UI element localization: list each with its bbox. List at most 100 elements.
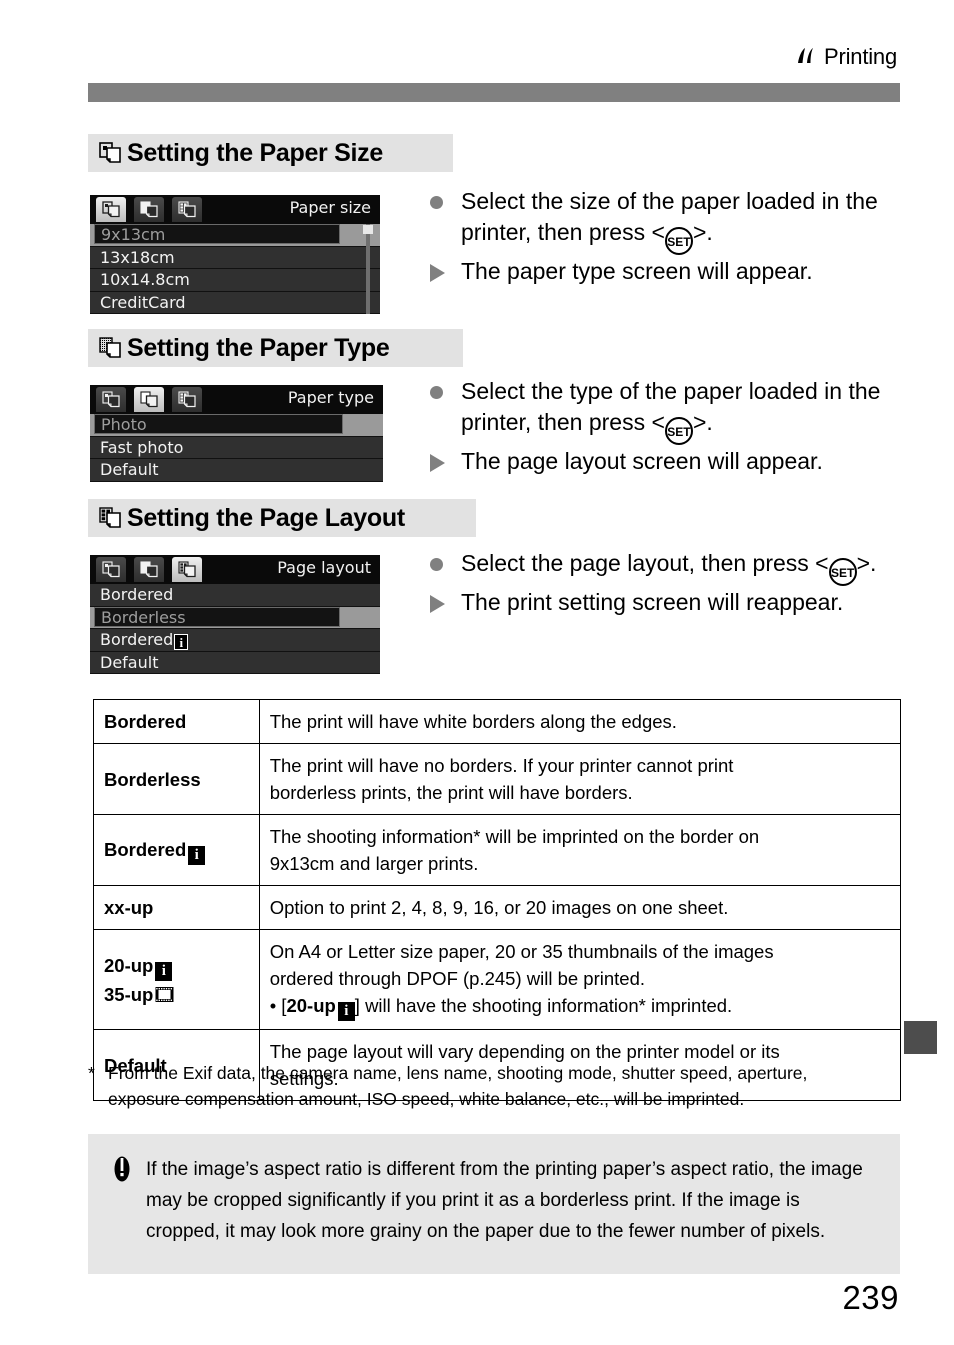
lcd-option-list: Photo Fast photo Default bbox=[90, 414, 383, 482]
instruction-line: The paper type screen will appear. bbox=[430, 256, 910, 287]
instruction-text-tail: >. bbox=[856, 550, 877, 576]
lcd-list-item[interactable]: 10x14.8cm bbox=[90, 269, 380, 292]
triangle-marker-icon bbox=[430, 264, 445, 282]
paper-type-tab-icon[interactable] bbox=[134, 557, 164, 582]
page-layout-options-table: Bordered The print will have white borde… bbox=[93, 699, 902, 1101]
caution-box: If the image’s aspect ratio is different… bbox=[88, 1134, 900, 1274]
table-cell-desc-line1: The print will have no borders. If your … bbox=[269, 755, 734, 776]
caution-icon bbox=[110, 1154, 134, 1254]
instruction-line: The page layout screen will appear. bbox=[430, 446, 910, 477]
info-badge-icon: i bbox=[174, 634, 189, 650]
instruction-line: Select the size of the paper loaded in t… bbox=[430, 186, 910, 255]
instruction-text: The page layout screen will appear. bbox=[461, 448, 823, 474]
lcd-list-item-label: Bordered bbox=[100, 630, 174, 649]
page-layout-icon bbox=[98, 506, 123, 530]
bullet-dot-icon bbox=[430, 558, 443, 571]
paper-size-tab-icon[interactable] bbox=[96, 387, 126, 412]
instruction-line: Select the page layout, then press < SET >… bbox=[430, 548, 910, 586]
section-heading-paper-type: Setting the Paper Type bbox=[88, 329, 463, 367]
bullet-dot-icon bbox=[430, 386, 443, 399]
table-cell-desc: The print will have white borders along … bbox=[258, 699, 902, 744]
lcd-list-item-label: Borderless bbox=[94, 606, 340, 627]
section-heading-page-layout: Setting the Page Layout bbox=[88, 499, 476, 537]
instruction-text: Select the size of the paper loaded in t… bbox=[461, 186, 910, 255]
lcd-list-item[interactable]: Bordered bbox=[90, 584, 380, 607]
set-button-icon: SET bbox=[664, 227, 693, 255]
lcd-list-item[interactable]: Bordered i bbox=[90, 629, 380, 652]
lcd-list-item[interactable]: 13x18cm bbox=[90, 246, 380, 269]
table-cell-desc-line1: On A4 or Letter size paper, 20 or 35 thu… bbox=[269, 941, 774, 962]
table-row: 20-up i 35-up On A4 or Letter size paper,… bbox=[93, 929, 902, 1030]
instruction-text: The paper type screen will appear. bbox=[461, 258, 813, 284]
table-row: Borderless The print will have no border… bbox=[93, 743, 902, 815]
instructions-page-layout: Select the page layout, then press < SET >… bbox=[430, 548, 910, 619]
section-heading-label: Setting the Paper Type bbox=[127, 333, 390, 362]
set-button-icon: SET bbox=[828, 558, 857, 586]
caution-text: If the image’s aspect ratio is different… bbox=[146, 1159, 863, 1242]
page-layout-tab-icon[interactable] bbox=[172, 557, 202, 582]
table-cell-desc: Option to print 2, 4, 8, 9, 16, or 20 im… bbox=[258, 885, 902, 930]
bullet-prefix: • [ bbox=[269, 995, 287, 1016]
paper-size-tab-icon[interactable] bbox=[96, 557, 126, 582]
page-header-label: Printing bbox=[824, 44, 897, 69]
footnote: * From the Exif data, the camera name, l… bbox=[88, 1060, 906, 1112]
lcd-screen-page-layout: Page layout Bordered Borderless Bordered… bbox=[90, 555, 380, 674]
table-cell-desc-line1: The shooting information* will be imprin… bbox=[269, 826, 760, 847]
table-cell-term-label: 20-up bbox=[104, 954, 154, 976]
table-cell-desc: The shooting information* will be imprin… bbox=[258, 814, 902, 886]
film-strip-icon bbox=[155, 984, 174, 1003]
lcd-option-list: Bordered Borderless Bordered i Default bbox=[90, 584, 380, 674]
table-cell-desc-line2: ordered through DPOF (p.245) will be pri… bbox=[269, 968, 646, 989]
lcd-tabbar: Page layout bbox=[90, 555, 380, 584]
page-header: Printing bbox=[795, 44, 897, 70]
footnote-body: From the Exif data, the camera name, len… bbox=[108, 1060, 906, 1112]
lcd-list-item[interactable]: Borderless bbox=[90, 606, 380, 629]
paper-type-tab-icon[interactable] bbox=[134, 197, 164, 222]
lcd-list-item[interactable]: Fast photo bbox=[90, 436, 383, 459]
instruction-line: The print setting screen will reappear. bbox=[430, 587, 910, 618]
paper-size-icon bbox=[98, 141, 123, 165]
instruction-text: The print setting screen will reappear. bbox=[461, 589, 844, 615]
bullet-suffix: ] will have the shooting information* im… bbox=[354, 995, 733, 1016]
lcd-title: Paper type bbox=[287, 388, 374, 407]
table-cell-term: Bordered bbox=[93, 699, 260, 744]
set-button-icon: SET bbox=[664, 417, 693, 445]
table-cell-term-line1: 20-up i bbox=[104, 952, 249, 981]
page-layout-tab-icon[interactable] bbox=[172, 197, 202, 222]
section-heading-paper-size: Setting the Paper Size bbox=[88, 134, 453, 172]
table-cell-desc-bullet: • [20-up i] will have the shooting inform… bbox=[270, 992, 890, 1021]
table-cell-term-line2: 35-up bbox=[104, 981, 249, 1008]
table-row: Bordered i The shooting information* will… bbox=[93, 814, 902, 886]
lcd-list-item-label: 9x13cm bbox=[94, 224, 340, 244]
lcd-scrollbar[interactable] bbox=[363, 224, 373, 314]
lcd-screen-paper-size: Paper size 9x13cm 13x18cm 10x14.8cm Cred… bbox=[90, 195, 380, 314]
table-row: Bordered The print will have white borde… bbox=[93, 699, 902, 744]
lcd-list-item[interactable]: Photo bbox=[90, 414, 383, 437]
lcd-list-item[interactable]: Default bbox=[90, 651, 380, 674]
lcd-list-item[interactable]: CreditCard bbox=[90, 291, 380, 314]
table-cell-term: Bordered i bbox=[93, 814, 260, 886]
table-cell-term-label: Bordered bbox=[104, 838, 187, 860]
table-cell-term: xx-up bbox=[93, 885, 260, 930]
lcd-list-item[interactable]: 9x13cm bbox=[90, 224, 380, 247]
table-cell-term: Borderless bbox=[93, 743, 260, 815]
printer-flag-icon bbox=[795, 46, 817, 68]
paper-type-tab-icon[interactable] bbox=[134, 387, 164, 412]
chapter-side-tab bbox=[904, 1021, 937, 1054]
paper-type-icon bbox=[98, 336, 123, 360]
page-layout-tab-icon[interactable] bbox=[172, 387, 202, 412]
instruction-text-main: Select the page layout, then press < bbox=[461, 550, 829, 576]
table-cell-desc-line2: borderless prints, the print will have b… bbox=[269, 782, 633, 803]
paper-size-tab-icon[interactable] bbox=[96, 197, 126, 222]
lcd-screen-paper-type: Paper type Photo Fast photo Default bbox=[90, 385, 383, 482]
header-rule bbox=[88, 83, 900, 102]
page-number: 239 bbox=[842, 1279, 899, 1316]
lcd-option-list: 9x13cm 13x18cm 10x14.8cm CreditCard bbox=[90, 224, 380, 314]
lcd-scrollbar-thumb[interactable] bbox=[363, 225, 373, 234]
instructions-paper-size: Select the size of the paper loaded in t… bbox=[430, 186, 910, 288]
section-heading-label: Setting the Page Layout bbox=[127, 503, 405, 532]
lcd-list-item[interactable]: Default bbox=[90, 459, 383, 482]
instruction-text: Select the page layout, then press < SET >… bbox=[461, 548, 910, 586]
instructions-paper-type: Select the type of the paper loaded in t… bbox=[430, 376, 910, 478]
footnote-mark: * bbox=[88, 1063, 95, 1083]
